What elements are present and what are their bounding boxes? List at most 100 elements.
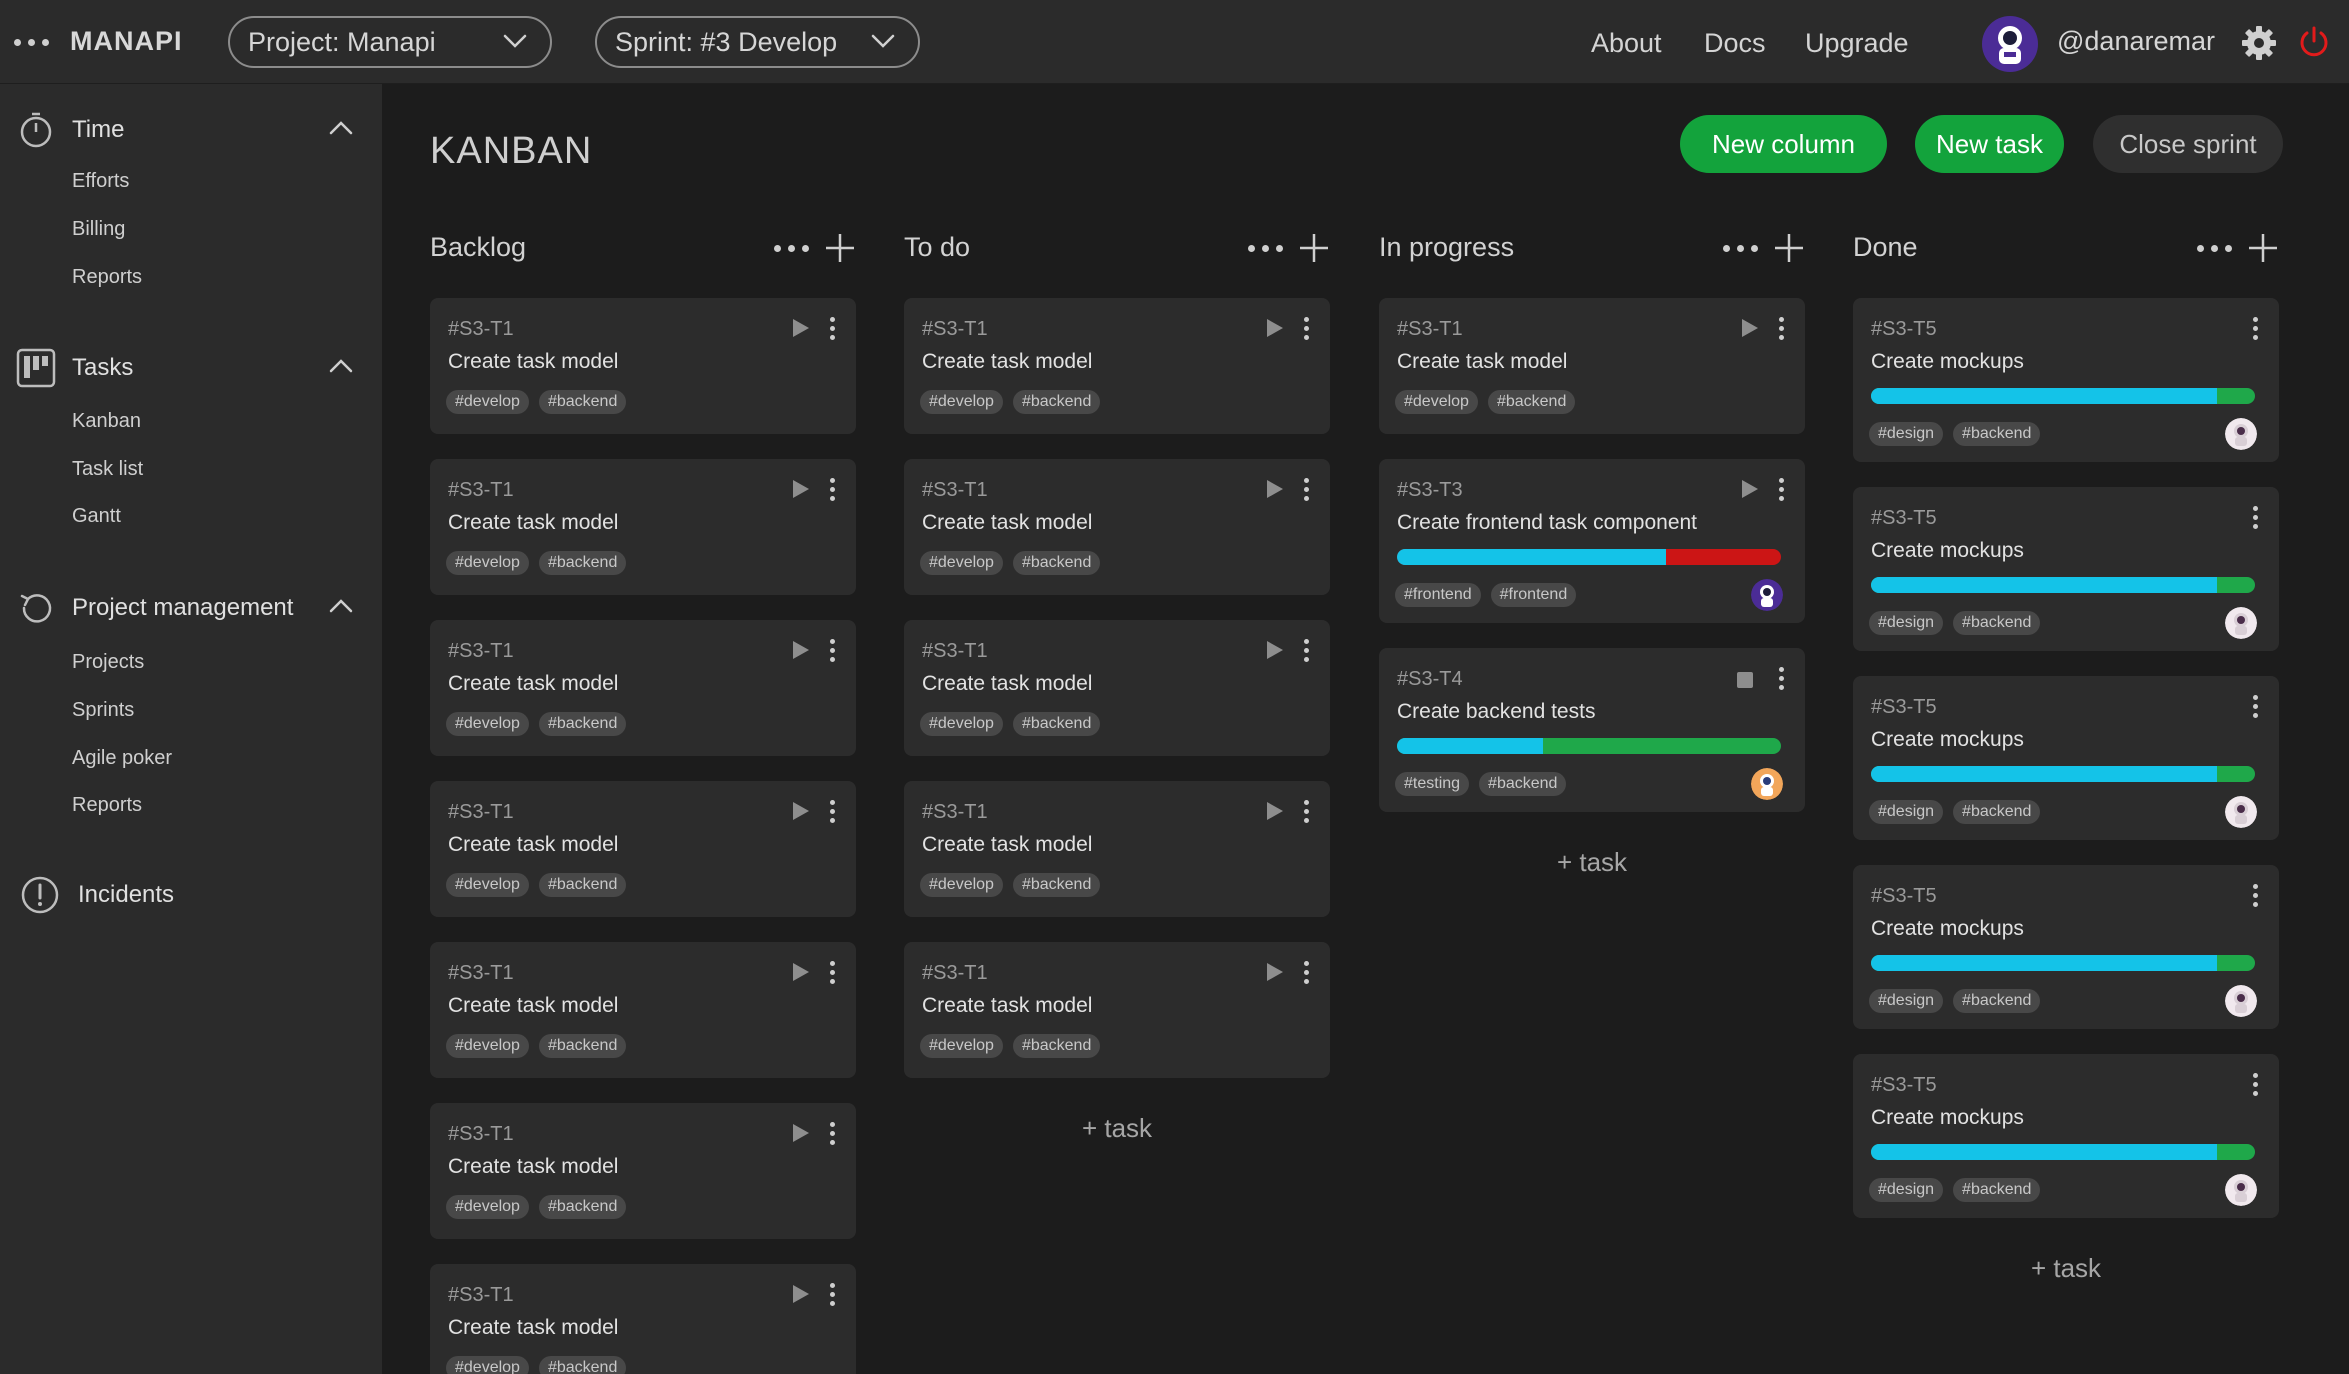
play-icon[interactable] — [792, 640, 810, 660]
task-tag[interactable]: #backend — [1953, 422, 2041, 446]
task-tag[interactable]: #backend — [1012, 873, 1101, 897]
task-tag[interactable]: #backend — [538, 390, 627, 414]
task-menu-icon[interactable] — [1777, 317, 1785, 341]
play-icon[interactable] — [792, 1123, 810, 1143]
column-add-task-icon[interactable] — [824, 232, 856, 264]
task-card[interactable]: #S3-T1 Create task model #develop #backend — [430, 620, 856, 756]
play-icon[interactable] — [1266, 801, 1284, 821]
column-add-task-icon[interactable] — [1298, 232, 1330, 264]
nav-upgrade[interactable]: Upgrade — [1805, 28, 1909, 59]
task-card[interactable]: #S3-T5 Create mockups #design #backend — [1853, 1054, 2279, 1218]
task-card[interactable]: #S3-T1 Create task model #develop #backend — [430, 1264, 856, 1374]
task-tag[interactable]: #backend — [1012, 712, 1101, 736]
task-menu-icon[interactable] — [1302, 800, 1310, 824]
new-task-button[interactable]: New task — [1915, 115, 2064, 173]
task-tag[interactable]: #backend — [1012, 390, 1101, 414]
play-icon[interactable] — [1741, 479, 1759, 499]
task-card[interactable]: #S3-T5 Create mockups #design #backend — [1853, 487, 2279, 651]
task-tag[interactable]: #develop — [446, 551, 529, 575]
play-icon[interactable] — [792, 801, 810, 821]
task-card[interactable]: #S3-T5 Create mockups #design #backend — [1853, 676, 2279, 840]
play-icon[interactable] — [1266, 479, 1284, 499]
assignee-avatar[interactable] — [2225, 796, 2257, 828]
task-menu-icon[interactable] — [828, 961, 836, 985]
task-menu-icon[interactable] — [828, 1283, 836, 1307]
play-icon[interactable] — [1266, 640, 1284, 660]
user-avatar[interactable] — [1982, 16, 2038, 72]
task-tag[interactable]: #design — [1869, 1178, 1944, 1202]
sidebar-section-tasks[interactable]: Tasks — [0, 342, 382, 392]
task-tag[interactable]: #design — [1869, 422, 1944, 446]
project-select[interactable]: Project: Manapi — [228, 16, 552, 68]
task-tag[interactable]: #backend — [538, 1356, 627, 1374]
play-icon[interactable] — [792, 962, 810, 982]
add-task-link[interactable]: + task — [904, 1113, 1330, 1144]
sidebar-item-agile-poker[interactable]: Agile poker — [72, 747, 172, 770]
task-tag[interactable]: #develop — [446, 390, 529, 414]
task-card[interactable]: #S3-T1 Create task model #develop #backend — [904, 781, 1330, 917]
task-tag[interactable]: #backend — [538, 1034, 627, 1058]
chevron-up-icon[interactable] — [326, 592, 356, 622]
task-card[interactable]: #S3-T1 Create task model #develop #backend — [430, 298, 856, 434]
task-card[interactable]: #S3-T1 Create task model #develop #backend — [430, 1103, 856, 1239]
sidebar-item-reports[interactable]: Reports — [72, 266, 142, 289]
assignee-avatar[interactable] — [1751, 579, 1783, 611]
task-menu-icon[interactable] — [828, 478, 836, 502]
task-tag[interactable]: #backend — [1479, 772, 1567, 796]
play-icon[interactable] — [1266, 962, 1284, 982]
sidebar-item-kanban[interactable]: Kanban — [72, 410, 141, 433]
task-menu-icon[interactable] — [2251, 506, 2259, 530]
task-menu-icon[interactable] — [1302, 961, 1310, 985]
task-menu-icon[interactable] — [1302, 639, 1310, 663]
play-icon[interactable] — [1266, 318, 1284, 338]
chevron-up-icon[interactable] — [326, 352, 356, 382]
task-card[interactable]: #S3-T1 Create task model #develop #backend — [904, 298, 1330, 434]
task-menu-icon[interactable] — [1302, 317, 1310, 341]
task-card[interactable]: #S3-T1 Create task model #develop #backend — [904, 942, 1330, 1078]
task-tag[interactable]: #testing — [1395, 772, 1470, 796]
task-tag[interactable]: #develop — [446, 1034, 529, 1058]
app-menu-icon[interactable] — [14, 32, 52, 52]
chevron-up-icon[interactable] — [326, 114, 356, 144]
username[interactable]: @danaremar — [2057, 26, 2215, 57]
task-menu-icon[interactable] — [1302, 478, 1310, 502]
task-tag[interactable]: #develop — [446, 1356, 529, 1374]
gear-icon[interactable] — [2240, 24, 2278, 62]
task-card[interactable]: #S3-T1 Create task model #develop #backend — [430, 942, 856, 1078]
task-card[interactable]: #S3-T1 Create task model #develop #backend — [430, 781, 856, 917]
sidebar-item-task-list[interactable]: Task list — [72, 458, 143, 481]
sidebar-item-pm-reports[interactable]: Reports — [72, 794, 142, 817]
task-tag[interactable]: #design — [1869, 989, 1944, 1013]
play-icon[interactable] — [792, 1284, 810, 1304]
task-tag[interactable]: #backend — [1487, 390, 1576, 414]
task-card[interactable]: #S3-T1 Create task model #develop #backend — [904, 459, 1330, 595]
sidebar-item-sprints[interactable]: Sprints — [72, 699, 134, 722]
play-icon[interactable] — [1741, 318, 1759, 338]
task-card[interactable]: #S3-T1 Create task model #develop #backend — [430, 459, 856, 595]
task-tag[interactable]: #frontend — [1490, 583, 1577, 607]
task-tag[interactable]: #backend — [1012, 1034, 1101, 1058]
task-tag[interactable]: #develop — [446, 712, 529, 736]
task-tag[interactable]: #develop — [920, 1034, 1003, 1058]
column-add-task-icon[interactable] — [1773, 232, 1805, 264]
play-icon[interactable] — [792, 479, 810, 499]
task-tag[interactable]: #develop — [446, 1195, 529, 1219]
task-card[interactable]: #S3-T5 Create mockups #design #backend — [1853, 298, 2279, 462]
column-options-icon[interactable] — [2197, 234, 2233, 262]
sidebar-item-gantt[interactable]: Gantt — [72, 505, 121, 528]
assignee-avatar[interactable] — [2225, 607, 2257, 639]
sidebar-item-billing[interactable]: Billing — [72, 218, 125, 241]
play-icon[interactable] — [792, 318, 810, 338]
task-card[interactable]: #S3-T1 Create task model #develop #backend — [904, 620, 1330, 756]
task-menu-icon[interactable] — [828, 800, 836, 824]
assignee-avatar[interactable] — [2225, 985, 2257, 1017]
task-tag[interactable]: #backend — [538, 712, 627, 736]
sidebar-section-incidents[interactable]: Incidents — [0, 869, 382, 919]
task-tag[interactable]: #backend — [1953, 611, 2041, 635]
sidebar-item-projects[interactable]: Projects — [72, 651, 144, 674]
task-tag[interactable]: #develop — [920, 712, 1003, 736]
task-menu-icon[interactable] — [1777, 478, 1785, 502]
task-menu-icon[interactable] — [828, 317, 836, 341]
stop-icon[interactable] — [1737, 672, 1753, 688]
task-menu-icon[interactable] — [2251, 695, 2259, 719]
